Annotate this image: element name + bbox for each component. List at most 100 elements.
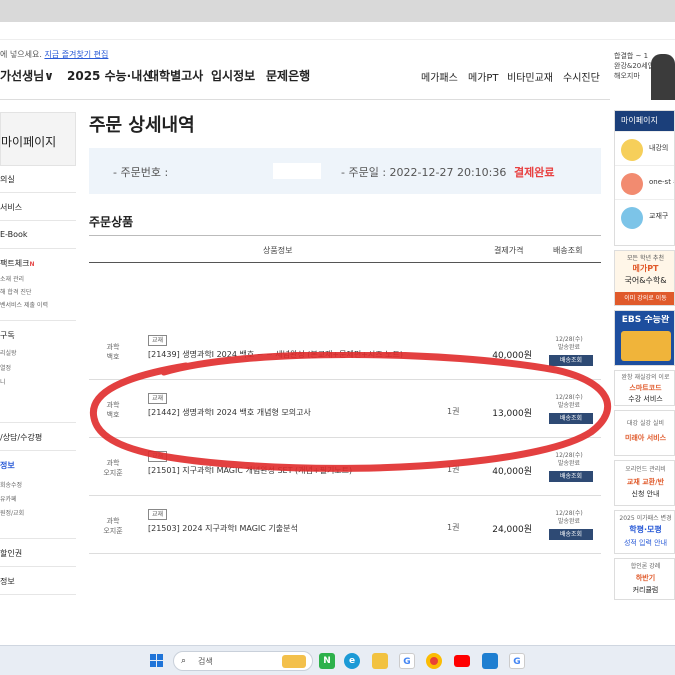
item-type-badge: 교재 xyxy=(148,335,168,346)
price: 24,000원 xyxy=(492,525,532,535)
sidebar-sub[interactable]: 원정/교회 xyxy=(0,508,24,517)
header-product: 상품정보 xyxy=(263,246,293,255)
subject: 과학 오지훈 xyxy=(103,517,123,535)
windows-taskbar: ⌕ 검색 N e G G xyxy=(0,645,675,675)
folder-icon[interactable] xyxy=(372,653,388,669)
quick-item-my-lecture[interactable]: 내강의 xyxy=(615,131,674,165)
gnb-teacher[interactable]: 가선생님∨ xyxy=(0,67,54,84)
gnb-megapt[interactable]: 메가PT xyxy=(468,69,499,84)
quick-menu-title: 마이페이지 xyxy=(615,111,674,131)
sidebar-item-info-active[interactable]: 정보 xyxy=(0,460,15,471)
teacher-photo xyxy=(651,54,675,100)
table-header: 상품정보 결제가격 배송조회 xyxy=(89,235,601,263)
megapt-ad[interactable]: 모든 학년 추천 메가PT 국어&수학& 이미 강의로 이동 xyxy=(614,250,675,306)
order-date: - 주문일 : 2022-12-27 20:10:36 xyxy=(341,166,507,179)
sidebar-title: 마이페이지 xyxy=(0,112,76,166)
divider xyxy=(0,450,76,451)
gnb-question-bank[interactable]: 문제은행 xyxy=(266,67,310,84)
sidebar-sub[interactable]: 소재 관리 xyxy=(0,274,24,283)
order-number-label: - 주문번호 : xyxy=(113,166,169,179)
search-icon: ⌕ xyxy=(181,656,187,666)
right-sidebar: 마이페이지 내강의 one-st 수강신 교재구 모든 학년 추천 메가PT 국… xyxy=(614,110,675,610)
browser-tab-strip xyxy=(0,22,675,40)
header-tracking: 배송조회 xyxy=(553,246,583,255)
sidebar-sub[interactable]: 열정 xyxy=(0,363,11,372)
left-sidebar: 마이페이지 의실 서비스 E-Book 팩트체크N 소재 관리 해 합격 진단 … xyxy=(0,112,76,612)
gnb-univ-exam[interactable]: 대학별고사 xyxy=(148,67,203,84)
sidebar-sub[interactable]: 유카페 xyxy=(0,494,17,503)
sidebar-item-consult[interactable]: /상담/수강평 xyxy=(0,432,42,443)
divider xyxy=(0,220,76,221)
global-navigation: 가선생님∨ 2025 수능·내신 대학별고사 입시정보 문제은행 메가패스 메가… xyxy=(0,60,610,100)
ship-date: 12/28(수) 발송완료 xyxy=(555,510,583,525)
google-icon-2[interactable]: G xyxy=(509,653,525,669)
quick-item-one-stop[interactable]: one-st 수강신 xyxy=(615,165,674,199)
divider xyxy=(0,538,76,539)
divider xyxy=(0,566,76,567)
google-icon[interactable]: G xyxy=(399,653,415,669)
sidebar-sub[interactable]: 회송수정 xyxy=(0,480,22,489)
divider xyxy=(0,192,76,193)
red-annotation-circle xyxy=(89,352,611,472)
edit-favorites-link[interactable]: 지금 즐겨찾기 편집 xyxy=(44,50,108,59)
divider xyxy=(0,320,76,321)
track-delivery-button[interactable]: 배송조회 xyxy=(549,529,593,540)
sidebar-sub[interactable]: 리실왕 xyxy=(0,348,17,357)
track-delivery-button[interactable]: 배송조회 xyxy=(549,471,593,482)
sidebar-sub[interactable]: 니 xyxy=(0,377,6,386)
section-title: 주문상품 xyxy=(89,215,134,229)
search-highlight-icon xyxy=(282,655,306,668)
page-title: 주문 상세내역 xyxy=(89,115,195,136)
book-icon xyxy=(621,207,643,229)
quick-item-textbook[interactable]: 교재구 xyxy=(615,199,674,233)
favorites-notice: 에 넣으세요. 지금 즐겨찾기 편집 xyxy=(0,50,109,59)
sidebar-item-coupon[interactable]: 할인권 xyxy=(0,548,22,559)
header-price: 결제가격 xyxy=(494,246,524,255)
ship-date: 12/28(수) 발송완료 xyxy=(555,336,583,351)
gnb-vitamin[interactable]: 비타민교재 xyxy=(507,69,553,84)
exchange-ad[interactable]: 오리인드 관리비 교재 교환/반 신청 안내 xyxy=(614,460,675,506)
browser-top-bar xyxy=(0,0,675,22)
edge-icon[interactable]: e xyxy=(344,653,360,669)
vscode-icon[interactable] xyxy=(482,653,498,669)
quick-menu: 마이페이지 내강의 one-st 수강신 교재구 xyxy=(614,110,675,246)
youtube-icon[interactable] xyxy=(454,655,470,667)
score-input-ad[interactable]: 2025 이가패스 변경 학평·모평 성적 입력 안내 xyxy=(614,510,675,554)
monitor-icon xyxy=(621,139,643,161)
product-name[interactable]: [21503] 2024 지구과학I MAGIC 기출분석 xyxy=(148,523,298,534)
order-summary-box: - 주문번호 : - 주문일 : 2022-12-27 20:10:36 결제완… xyxy=(89,148,601,194)
taskbar-search[interactable]: ⌕ 검색 xyxy=(173,651,313,671)
laptop-icon xyxy=(621,173,643,195)
sidebar-item-service[interactable]: 서비스 xyxy=(0,202,22,213)
search-placeholder: 검색 xyxy=(198,657,213,666)
sidebar-sub[interactable]: 해 합격 진단 xyxy=(0,287,31,296)
sidebar-item-subscription[interactable]: 구독 xyxy=(0,330,15,341)
divider xyxy=(0,422,76,423)
sidebar-item-lecture-room[interactable]: 의실 xyxy=(0,174,15,185)
smartcode-ad[interactable]: 완창 재실강의 이로 스마트코드 수강 서비스 xyxy=(614,370,675,406)
quantity: 1권 xyxy=(447,523,460,532)
ebs-book-image xyxy=(621,331,671,361)
item-type-badge: 교재 xyxy=(148,509,168,520)
sidebar-sub[interactable]: 벤서비스 제출 이력 xyxy=(0,300,48,309)
ebs-ad[interactable]: EBS 수능완 xyxy=(614,310,675,366)
sidebar-item-member-info[interactable]: 정보 xyxy=(0,576,15,587)
order-number-redacted xyxy=(273,163,321,179)
gnb-megapass[interactable]: 메가패스 xyxy=(421,69,458,84)
gnb-diagnosis[interactable]: 수시진단 xyxy=(563,69,600,84)
gnb-admission-info[interactable]: 입시정보 xyxy=(211,67,255,84)
curriculum-ad[interactable]: 합인론 강례 하반기 커리큘럼 xyxy=(614,558,675,600)
payment-status: 결제완료 xyxy=(514,166,555,179)
naver-icon[interactable]: N xyxy=(319,653,335,669)
sidebar-item-ebook[interactable]: E-Book xyxy=(0,230,28,239)
gnb-suneung[interactable]: 2025 수능·내신 xyxy=(67,67,153,84)
windows-start-icon[interactable] xyxy=(150,654,164,668)
new-badge: N xyxy=(29,261,35,268)
table-row: 과학 오지훈 교재 [21503] 2024 지구과학I MAGIC 기출분석 1… xyxy=(89,496,601,554)
chrome-icon[interactable] xyxy=(426,653,442,669)
sidebar-item-factcheck[interactable]: 팩트체크N xyxy=(0,258,34,269)
mirae-ad[interactable]: 대강 실강 실비 미래아 서비스 xyxy=(614,410,675,456)
divider xyxy=(0,248,76,249)
divider xyxy=(0,594,76,595)
top-promo-banner[interactable]: 합결합 ~ 1 완강&20세입니 해오지마 xyxy=(612,48,675,100)
